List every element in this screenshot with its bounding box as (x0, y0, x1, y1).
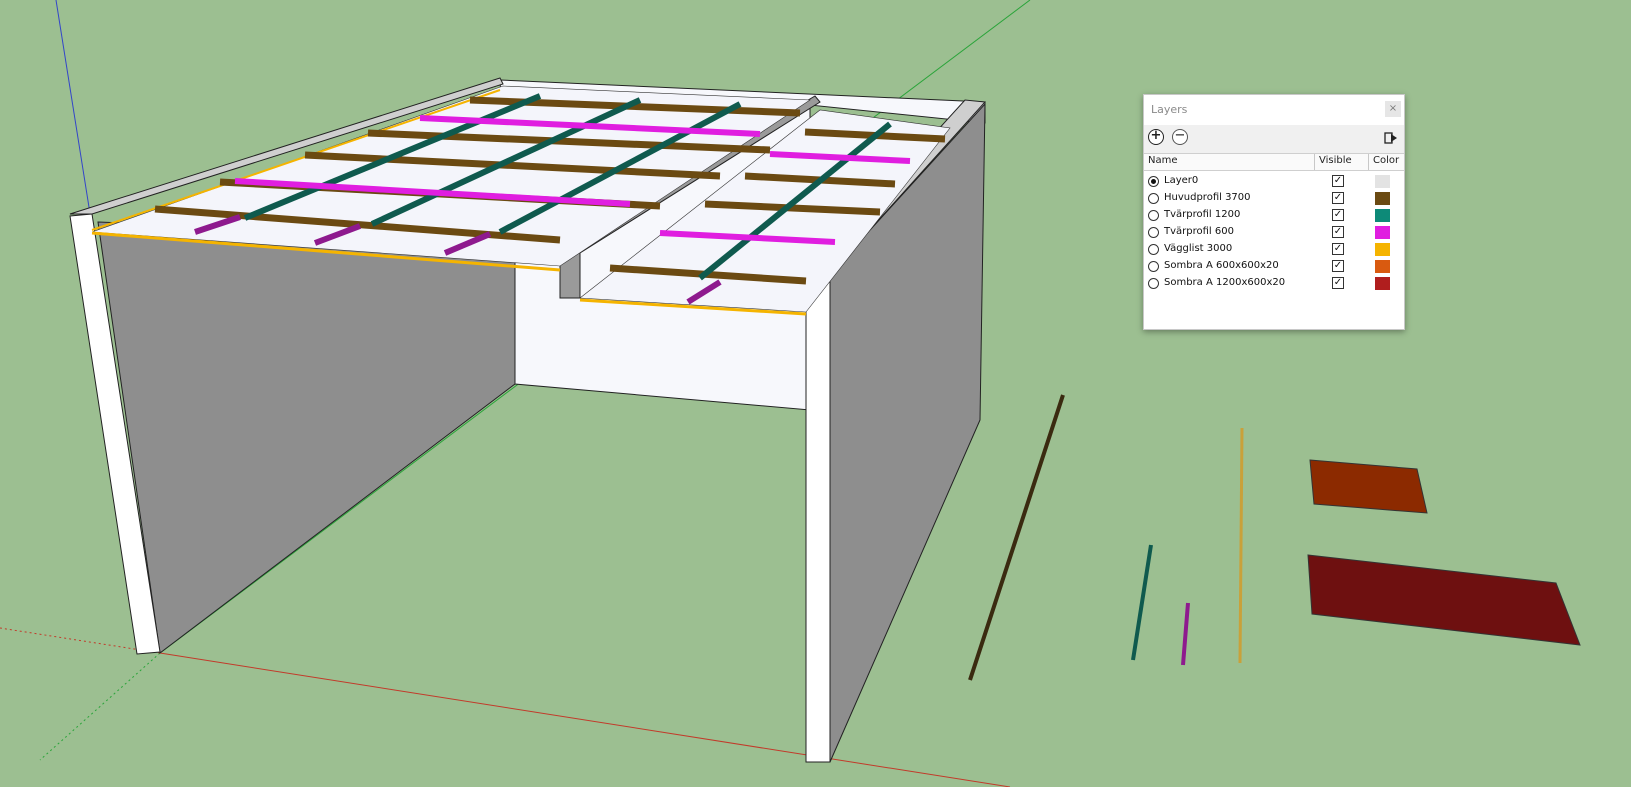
active-layer-radio[interactable] (1148, 193, 1159, 204)
layer-name[interactable]: Sombra A 1200x600x20 (1164, 277, 1285, 288)
layers-panel: Layers × + − Name Visible Color Layer0 ✓ H… (1143, 94, 1405, 330)
layer-color-swatch[interactable] (1375, 277, 1390, 290)
loose-tile-600 (1309, 459, 1428, 514)
layer-color-swatch[interactable] (1375, 192, 1390, 205)
details-arrow-icon[interactable] (1384, 131, 1398, 145)
active-layer-radio[interactable] (1148, 227, 1159, 238)
layer-color-swatch[interactable] (1375, 260, 1390, 273)
layer-color-swatch[interactable] (1375, 226, 1390, 239)
close-icon[interactable]: × (1385, 101, 1401, 117)
visible-checkbox[interactable]: ✓ (1332, 209, 1344, 221)
loose-tile-1200 (1307, 554, 1581, 646)
loose-cross-profile-600 (1181, 602, 1190, 666)
layer-row[interactable]: Vägglist 3000 ✓ (1144, 241, 1404, 258)
active-layer-radio[interactable] (1148, 261, 1159, 272)
visible-checkbox[interactable]: ✓ (1332, 175, 1344, 187)
layers-list: Layer0 ✓ Huvudprofil 3700 ✓ Tvärprofil 1200 ✓… (1144, 171, 1404, 292)
right-wall-face (805, 273, 831, 763)
active-layer-radio[interactable] (1148, 278, 1159, 289)
layer-row[interactable]: Sombra A 600x600x20 ✓ (1144, 258, 1404, 275)
visible-checkbox[interactable]: ✓ (1332, 226, 1344, 238)
layer-name[interactable]: Huvudprofil 3700 (1164, 192, 1251, 203)
column-color[interactable]: Color (1373, 155, 1399, 166)
column-visible[interactable]: Visible (1319, 155, 1352, 166)
left-wall-inner (97, 221, 516, 654)
layers-toolbar: + − (1144, 125, 1404, 153)
active-layer-radio[interactable] (1148, 244, 1159, 255)
layers-titlebar: Layers × (1144, 95, 1404, 125)
visible-checkbox[interactable]: ✓ (1332, 243, 1344, 255)
layer-row[interactable]: Sombra A 1200x600x20 ✓ (1144, 275, 1404, 292)
green-axis-dotted-line (39, 652, 161, 761)
layer-row[interactable]: Tvärprofil 1200 ✓ (1144, 207, 1404, 224)
loose-wall-trim (1238, 427, 1244, 664)
loose-main-profile (968, 394, 1065, 681)
visible-checkbox[interactable]: ✓ (1332, 192, 1344, 204)
layer-color-swatch[interactable] (1375, 209, 1390, 222)
layer-name[interactable]: Sombra A 600x600x20 (1164, 260, 1279, 271)
column-name[interactable]: Name (1148, 155, 1178, 166)
visible-checkbox[interactable]: ✓ (1332, 277, 1344, 289)
layer-name[interactable]: Layer0 (1164, 175, 1198, 186)
visible-checkbox[interactable]: ✓ (1332, 260, 1344, 272)
minus-circle-icon[interactable]: − (1172, 129, 1188, 145)
loose-cross-profile-1200 (1131, 544, 1153, 661)
layers-column-header: Name Visible Color (1144, 153, 1404, 171)
active-layer-radio[interactable] (1148, 210, 1159, 221)
layers-title: Layers (1151, 103, 1188, 116)
layer-row[interactable]: Layer0 ✓ (1144, 173, 1404, 190)
layer-color-swatch[interactable] (1375, 175, 1390, 188)
plus-circle-icon[interactable]: + (1148, 129, 1164, 145)
layer-name[interactable]: Tvärprofil 600 (1164, 226, 1234, 237)
layer-color-swatch[interactable] (1375, 243, 1390, 256)
red-axis-line (159, 652, 1011, 787)
layer-name[interactable]: Tvärprofil 1200 (1164, 209, 1240, 220)
layer-name[interactable]: Vägglist 3000 (1164, 243, 1232, 254)
layer-row[interactable]: Huvudprofil 3700 ✓ (1144, 190, 1404, 207)
layer-row[interactable]: Tvärprofil 600 ✓ (1144, 224, 1404, 241)
active-layer-radio[interactable] (1148, 176, 1159, 187)
